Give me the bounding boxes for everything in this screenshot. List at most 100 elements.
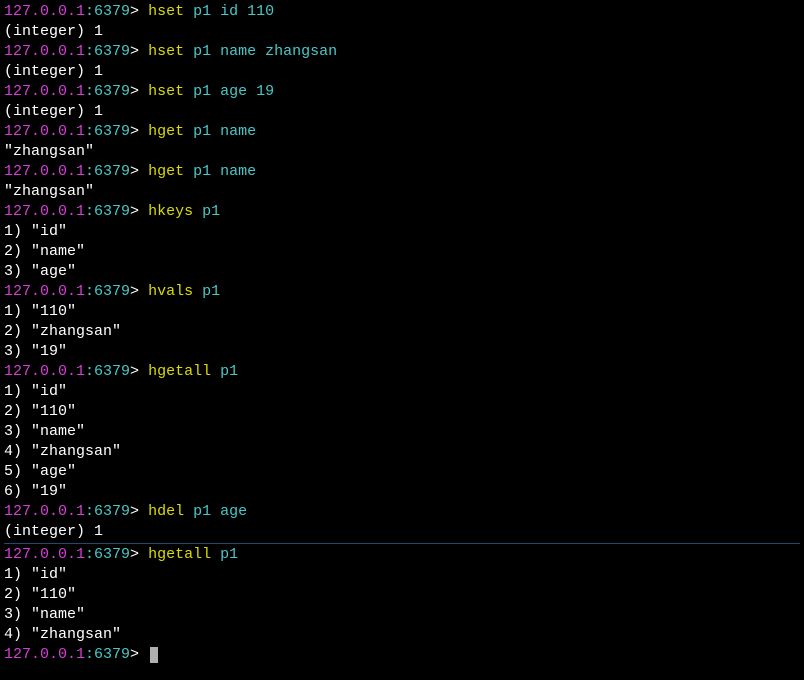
response-text: "zhangsan" <box>4 183 94 200</box>
cursor <box>150 647 158 663</box>
prompt-arrow: > <box>130 283 148 300</box>
command-args: p1 <box>211 546 238 563</box>
response-line: 3) "name" <box>4 605 800 625</box>
command: hvals <box>148 283 193 300</box>
command-line: 127.0.0.1:6379> hset p1 id 110 <box>4 2 800 22</box>
command-line: 127.0.0.1:6379> hgetall p1 <box>4 362 800 382</box>
prompt-port: 6379 <box>94 123 130 140</box>
prompt-port: 6379 <box>94 503 130 520</box>
response-text: 1) "id" <box>4 223 67 240</box>
response-text: 6) "19" <box>4 483 67 500</box>
command-line: 127.0.0.1:6379> hget p1 name <box>4 162 800 182</box>
response-line: (integer) 1 <box>4 102 800 122</box>
prompt-host: 127.0.0.1 <box>4 503 85 520</box>
response-text: 5) "age" <box>4 463 76 480</box>
active-prompt[interactable]: 127.0.0.1:6379> <box>4 645 800 665</box>
prompt-sep: : <box>85 163 94 180</box>
prompt-arrow: > <box>130 503 148 520</box>
prompt-port: 6379 <box>94 283 130 300</box>
prompt-arrow: > <box>130 363 148 380</box>
prompt-sep: : <box>85 503 94 520</box>
command: hdel <box>148 503 184 520</box>
prompt-sep: : <box>85 363 94 380</box>
prompt-port: 6379 <box>94 203 130 220</box>
prompt-port: 6379 <box>94 43 130 60</box>
response-text: 3) "name" <box>4 423 85 440</box>
response-line: 1) "id" <box>4 565 800 585</box>
prompt-port: 6379 <box>94 646 130 663</box>
response-line: "zhangsan" <box>4 182 800 202</box>
prompt-port: 6379 <box>94 3 130 20</box>
response-line: 4) "zhangsan" <box>4 442 800 462</box>
response-text: (integer) 1 <box>4 63 103 80</box>
response-text: 1) "id" <box>4 383 67 400</box>
prompt-arrow: > <box>130 546 148 563</box>
prompt-port: 6379 <box>94 363 130 380</box>
command-args: p1 name zhangsan <box>184 43 337 60</box>
command-args: p1 <box>211 363 238 380</box>
prompt-host: 127.0.0.1 <box>4 43 85 60</box>
prompt-arrow: > <box>130 83 148 100</box>
prompt-host: 127.0.0.1 <box>4 123 85 140</box>
response-text: "zhangsan" <box>4 143 94 160</box>
response-line: 3) "age" <box>4 262 800 282</box>
response-line: 2) "110" <box>4 585 800 605</box>
command: hget <box>148 163 184 180</box>
prompt-port: 6379 <box>94 163 130 180</box>
prompt-sep: : <box>85 646 94 663</box>
command-line: 127.0.0.1:6379> hset p1 age 19 <box>4 82 800 102</box>
command: hgetall <box>148 363 211 380</box>
prompt-host: 127.0.0.1 <box>4 363 85 380</box>
response-line: 6) "19" <box>4 482 800 502</box>
response-line: 3) "name" <box>4 422 800 442</box>
response-text: 3) "19" <box>4 343 67 360</box>
response-text: 4) "zhangsan" <box>4 443 121 460</box>
command: hset <box>148 83 184 100</box>
prompt-arrow: > <box>130 3 148 20</box>
command-args: p1 age <box>184 503 247 520</box>
response-text: (integer) 1 <box>4 523 103 540</box>
prompt-sep: : <box>85 283 94 300</box>
response-line: 1) "id" <box>4 222 800 242</box>
terminal-output[interactable]: 127.0.0.1:6379> hset p1 id 110(integer) … <box>4 2 800 665</box>
prompt-host: 127.0.0.1 <box>4 163 85 180</box>
command-line: 127.0.0.1:6379> hdel p1 age <box>4 502 800 522</box>
prompt-port: 6379 <box>94 83 130 100</box>
command: hkeys <box>148 203 193 220</box>
command-args: p1 age 19 <box>184 83 274 100</box>
response-text: (integer) 1 <box>4 103 103 120</box>
response-text: (integer) 1 <box>4 23 103 40</box>
command-line: 127.0.0.1:6379> hgetall p1 <box>4 545 800 565</box>
response-text: 2) "110" <box>4 403 76 420</box>
response-text: 2) "name" <box>4 243 85 260</box>
command-line: 127.0.0.1:6379> hset p1 name zhangsan <box>4 42 800 62</box>
command-args: p1 name <box>184 163 256 180</box>
prompt-host: 127.0.0.1 <box>4 646 85 663</box>
response-text: 3) "age" <box>4 263 76 280</box>
command: hset <box>148 3 184 20</box>
prompt-host: 127.0.0.1 <box>4 546 85 563</box>
response-line: 1) "110" <box>4 302 800 322</box>
response-line: (integer) 1 <box>4 62 800 82</box>
response-text: 2) "zhangsan" <box>4 323 121 340</box>
prompt-port: 6379 <box>94 546 130 563</box>
prompt-arrow: > <box>130 163 148 180</box>
command-args: p1 id 110 <box>184 3 274 20</box>
prompt-sep: : <box>85 43 94 60</box>
response-line: "zhangsan" <box>4 142 800 162</box>
response-line: 2) "110" <box>4 402 800 422</box>
command: hgetall <box>148 546 211 563</box>
prompt-host: 127.0.0.1 <box>4 3 85 20</box>
prompt-arrow: > <box>130 646 148 663</box>
command-args: p1 <box>193 283 220 300</box>
prompt-arrow: > <box>130 43 148 60</box>
response-line: (integer) 1 <box>4 22 800 42</box>
prompt-sep: : <box>85 123 94 140</box>
prompt-sep: : <box>85 3 94 20</box>
command-args: p1 name <box>184 123 256 140</box>
command: hset <box>148 43 184 60</box>
response-line: 2) "zhangsan" <box>4 322 800 342</box>
prompt-host: 127.0.0.1 <box>4 83 85 100</box>
response-text: 1) "id" <box>4 566 67 583</box>
prompt-arrow: > <box>130 203 148 220</box>
